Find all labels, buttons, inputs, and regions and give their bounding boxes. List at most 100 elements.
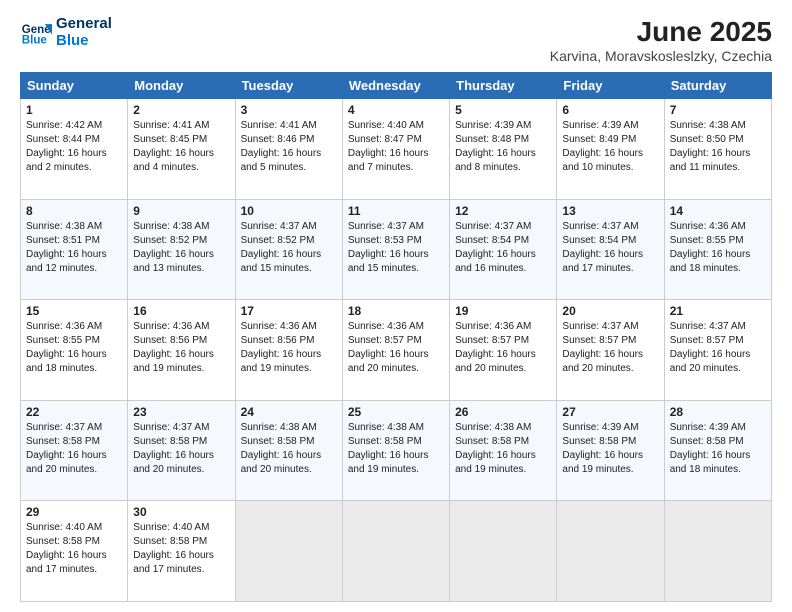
day-info: Sunrise: 4:40 AMSunset: 8:58 PMDaylight:… xyxy=(133,521,229,577)
day-number: 7 xyxy=(670,103,766,117)
day-number: 23 xyxy=(133,405,229,419)
calendar-week-row: 1 Sunrise: 4:42 AMSunset: 8:44 PMDaylight… xyxy=(21,99,772,200)
calendar-table: Sunday Monday Tuesday Wednesday Thursday… xyxy=(20,72,772,602)
day-info: Sunrise: 4:39 AMSunset: 8:48 PMDaylight:… xyxy=(455,119,551,175)
day-info: Sunrise: 4:36 AMSunset: 8:55 PMDaylight:… xyxy=(26,320,122,376)
calendar-cell: 2 Sunrise: 4:41 AMSunset: 8:45 PMDaylight… xyxy=(128,99,235,200)
day-info: Sunrise: 4:40 AMSunset: 8:47 PMDaylight:… xyxy=(348,119,444,175)
day-number: 18 xyxy=(348,304,444,318)
day-number: 9 xyxy=(133,204,229,218)
day-info: Sunrise: 4:37 AMSunset: 8:54 PMDaylight:… xyxy=(455,220,551,276)
day-info: Sunrise: 4:37 AMSunset: 8:58 PMDaylight:… xyxy=(133,421,229,477)
day-info: Sunrise: 4:36 AMSunset: 8:56 PMDaylight:… xyxy=(133,320,229,376)
calendar-cell: 10 Sunrise: 4:37 AMSunset: 8:52 PMDayligh… xyxy=(235,199,342,300)
calendar-cell: 7Sunrise: 4:38 AMSunset: 8:50 PMDaylight… xyxy=(664,99,771,200)
day-info: Sunrise: 4:38 AMSunset: 8:58 PMDaylight:… xyxy=(455,421,551,477)
col-sunday: Sunday xyxy=(21,73,128,99)
calendar-cell: 13Sunrise: 4:37 AMSunset: 8:54 PMDayligh… xyxy=(557,199,664,300)
calendar-cell: 15 Sunrise: 4:36 AMSunset: 8:55 PMDayligh… xyxy=(21,300,128,401)
day-info: Sunrise: 4:36 AMSunset: 8:57 PMDaylight:… xyxy=(348,320,444,376)
col-monday: Monday xyxy=(128,73,235,99)
calendar-cell: 14 Sunrise: 4:36 AMSunset: 8:55 PMDayligh… xyxy=(664,199,771,300)
calendar-cell: 17 Sunrise: 4:36 AMSunset: 8:56 PMDayligh… xyxy=(235,300,342,401)
day-number: 5 xyxy=(455,103,551,117)
day-number: 16 xyxy=(133,304,229,318)
day-number: 26 xyxy=(455,405,551,419)
day-number: 13 xyxy=(562,204,658,218)
calendar-cell xyxy=(235,501,342,602)
logo-line2: Blue xyxy=(56,33,112,50)
day-number: 20 xyxy=(562,304,658,318)
calendar-cell: 3Sunrise: 4:41 AMSunset: 8:46 PMDaylight… xyxy=(235,99,342,200)
day-info: Sunrise: 4:38 AMSunset: 8:52 PMDaylight:… xyxy=(133,220,229,276)
calendar-cell: 6 Sunrise: 4:39 AMSunset: 8:49 PMDaylight… xyxy=(557,99,664,200)
logo: General Blue General Blue xyxy=(20,16,112,49)
calendar-cell: 28Sunrise: 4:39 AMSunset: 8:58 PMDayligh… xyxy=(664,400,771,501)
calendar-cell xyxy=(342,501,449,602)
day-number: 27 xyxy=(562,405,658,419)
calendar-cell xyxy=(664,501,771,602)
day-number: 14 xyxy=(670,204,766,218)
day-info: Sunrise: 4:37 AMSunset: 8:52 PMDaylight:… xyxy=(241,220,337,276)
calendar-cell: 9 Sunrise: 4:38 AMSunset: 8:52 PMDaylight… xyxy=(128,199,235,300)
calendar-cell: 20 Sunrise: 4:37 AMSunset: 8:57 PMDayligh… xyxy=(557,300,664,401)
calendar-cell xyxy=(450,501,557,602)
calendar-cell: 30 Sunrise: 4:40 AMSunset: 8:58 PMDayligh… xyxy=(128,501,235,602)
day-info: Sunrise: 4:39 AMSunset: 8:58 PMDaylight:… xyxy=(562,421,658,477)
col-saturday: Saturday xyxy=(664,73,771,99)
day-info: Sunrise: 4:36 AMSunset: 8:55 PMDaylight:… xyxy=(670,220,766,276)
day-info: Sunrise: 4:37 AMSunset: 8:57 PMDaylight:… xyxy=(562,320,658,376)
calendar-cell: 8Sunrise: 4:38 AMSunset: 8:51 PMDaylight… xyxy=(21,199,128,300)
calendar-cell: 21 Sunrise: 4:37 AMSunset: 8:57 PMDayligh… xyxy=(664,300,771,401)
calendar-cell: 27 Sunrise: 4:39 AMSunset: 8:58 PMDayligh… xyxy=(557,400,664,501)
day-number: 30 xyxy=(133,505,229,519)
logo-icon: General Blue xyxy=(20,17,52,49)
day-number: 6 xyxy=(562,103,658,117)
day-number: 17 xyxy=(241,304,337,318)
day-number: 15 xyxy=(26,304,122,318)
calendar-cell: 23 Sunrise: 4:37 AMSunset: 8:58 PMDayligh… xyxy=(128,400,235,501)
main-title: June 2025 xyxy=(550,16,772,48)
calendar-cell: 29 Sunrise: 4:40 AMSunset: 8:58 PMDayligh… xyxy=(21,501,128,602)
day-info: Sunrise: 4:38 AMSunset: 8:58 PMDaylight:… xyxy=(348,421,444,477)
calendar-cell xyxy=(557,501,664,602)
calendar-week-row: 8Sunrise: 4:38 AMSunset: 8:51 PMDaylight… xyxy=(21,199,772,300)
calendar-cell: 18 Sunrise: 4:36 AMSunset: 8:57 PMDayligh… xyxy=(342,300,449,401)
day-number: 21 xyxy=(670,304,766,318)
calendar-cell: 19 Sunrise: 4:36 AMSunset: 8:57 PMDayligh… xyxy=(450,300,557,401)
calendar-cell: 24 Sunrise: 4:38 AMSunset: 8:58 PMDayligh… xyxy=(235,400,342,501)
day-number: 4 xyxy=(348,103,444,117)
day-info: Sunrise: 4:36 AMSunset: 8:56 PMDaylight:… xyxy=(241,320,337,376)
calendar-cell: 1 Sunrise: 4:42 AMSunset: 8:44 PMDaylight… xyxy=(21,99,128,200)
svg-text:Blue: Blue xyxy=(22,34,48,46)
col-thursday: Thursday xyxy=(450,73,557,99)
calendar-header-row: Sunday Monday Tuesday Wednesday Thursday… xyxy=(21,73,772,99)
day-number: 1 xyxy=(26,103,122,117)
day-number: 29 xyxy=(26,505,122,519)
day-number: 10 xyxy=(241,204,337,218)
day-info: Sunrise: 4:41 AMSunset: 8:46 PMDaylight:… xyxy=(241,119,337,175)
day-info: Sunrise: 4:41 AMSunset: 8:45 PMDaylight:… xyxy=(133,119,229,175)
day-number: 25 xyxy=(348,405,444,419)
calendar-cell: 11 Sunrise: 4:37 AMSunset: 8:53 PMDayligh… xyxy=(342,199,449,300)
day-info: Sunrise: 4:37 AMSunset: 8:58 PMDaylight:… xyxy=(26,421,122,477)
day-number: 19 xyxy=(455,304,551,318)
col-wednesday: Wednesday xyxy=(342,73,449,99)
calendar-cell: 4 Sunrise: 4:40 AMSunset: 8:47 PMDaylight… xyxy=(342,99,449,200)
day-info: Sunrise: 4:36 AMSunset: 8:57 PMDaylight:… xyxy=(455,320,551,376)
calendar-cell: 25 Sunrise: 4:38 AMSunset: 8:58 PMDayligh… xyxy=(342,400,449,501)
day-number: 11 xyxy=(348,204,444,218)
day-number: 28 xyxy=(670,405,766,419)
day-info: Sunrise: 4:38 AMSunset: 8:51 PMDaylight:… xyxy=(26,220,122,276)
day-info: Sunrise: 4:39 AMSunset: 8:49 PMDaylight:… xyxy=(562,119,658,175)
logo-line1: General xyxy=(56,16,112,33)
day-info: Sunrise: 4:37 AMSunset: 8:57 PMDaylight:… xyxy=(670,320,766,376)
day-info: Sunrise: 4:37 AMSunset: 8:53 PMDaylight:… xyxy=(348,220,444,276)
day-number: 12 xyxy=(455,204,551,218)
calendar-week-row: 15 Sunrise: 4:36 AMSunset: 8:55 PMDayligh… xyxy=(21,300,772,401)
day-number: 24 xyxy=(241,405,337,419)
day-info: Sunrise: 4:40 AMSunset: 8:58 PMDaylight:… xyxy=(26,521,122,577)
day-info: Sunrise: 4:42 AMSunset: 8:44 PMDaylight:… xyxy=(26,119,122,175)
day-number: 2 xyxy=(133,103,229,117)
day-info: Sunrise: 4:38 AMSunset: 8:58 PMDaylight:… xyxy=(241,421,337,477)
